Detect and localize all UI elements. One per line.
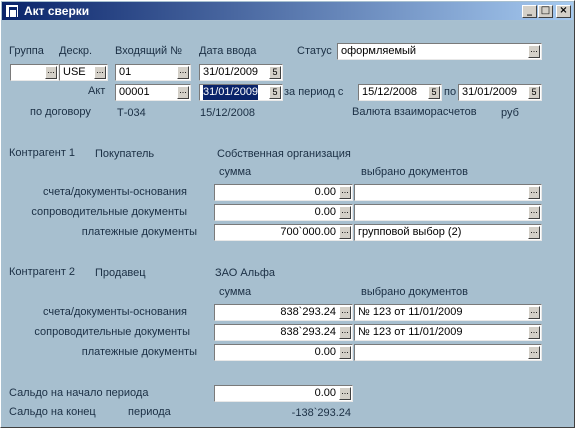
contractor2-docs-header: выбрано документов [361,286,469,298]
c2-payment-sum-field[interactable]: 0.00 ... [214,344,353,361]
contract-date: 15/12/2008 [200,107,256,119]
c1-invoices-docs-button[interactable]: ... [528,186,540,199]
act-label: Акт [88,85,106,97]
balance-end-label: Сальдо на конец [9,406,96,418]
minimize-button[interactable]: _ [522,5,537,18]
period-from-calendar-button[interactable]: 5 [428,86,440,99]
contractor1-sum-header: сумма [219,166,252,178]
c1-row2-label: сопроводительные документы [31,206,187,218]
c1-row1-label: счета/документы-основания [43,186,187,198]
contractor2-name: ЗАО Альфа [215,267,276,279]
app-icon [5,4,19,18]
balance-end-period-label: периода [128,406,171,418]
act-date-calendar-button[interactable]: 5 [269,86,281,99]
act-reconciliation-window: Акт сверки _ □ × Группа Дескр. Входящий … [0,0,575,428]
form-area: Группа Дескр. Входящий № Дата ввода Стат… [4,21,571,424]
c1-invoices-sum-button[interactable]: ... [339,186,351,199]
c2-payment-sum-button[interactable]: ... [339,346,351,359]
maximize-button[interactable]: □ [538,5,553,18]
c2-invoices-docs-button[interactable]: ... [528,306,540,319]
descr-label: Дескр. [59,45,93,57]
c2-payment-docs-button[interactable]: ... [528,346,540,359]
c1-payment-sum-field[interactable]: 700`000.00 ... [214,224,353,241]
act-date-field[interactable]: 31/01/2009 5 [199,84,283,101]
status-field[interactable]: оформляемый ... [337,43,542,60]
entry-date-field[interactable]: 31/01/2009 5 [199,64,283,81]
descr-select-button[interactable]: ... [94,66,106,79]
c1-invoices-docs-field[interactable]: ... [354,184,542,201]
c2-shipping-sum-field[interactable]: 838`293.24 ... [214,324,353,341]
contract-label: по договору [30,106,91,118]
c2-shipping-sum-button[interactable]: ... [339,326,351,339]
contract-number: Т-034 [117,107,146,119]
c1-row3-label: платежные документы [81,226,197,238]
status-label: Статус [297,45,332,57]
act-select-button[interactable]: ... [177,86,189,99]
act-number-field[interactable]: 00001 ... [115,84,191,101]
currency-label: Валюта взаиморасчетов [352,106,477,118]
window-title: Акт сверки [24,4,90,18]
group-label: Группа [9,45,44,57]
c1-payment-sum-button[interactable]: ... [339,226,351,239]
contractor1-role: Покупатель [95,148,155,160]
contractor1-docs-header: выбрано документов [361,166,469,178]
contractor2-label: Контрагент 2 [9,266,76,278]
close-button[interactable]: × [556,5,571,18]
balance-start-field[interactable]: 0.00 ... [214,385,353,402]
c1-invoices-sum-field[interactable]: 0.00 ... [214,184,353,201]
c2-payment-docs-field[interactable]: ... [354,344,542,361]
contractor1-name: Собственная организация [217,148,351,160]
c1-shipping-docs-button[interactable]: ... [528,206,540,219]
entry-date-label: Дата ввода [199,45,257,57]
c1-payment-docs-field[interactable]: групповой выбор (2) ... [354,224,542,241]
c1-shipping-docs-field[interactable]: ... [354,204,542,221]
c1-payment-docs-button[interactable]: ... [528,226,540,239]
title-bar[interactable]: Акт сверки _ □ × [2,2,573,20]
contractor2-sum-header: сумма [219,286,252,298]
group-field[interactable]: ... [10,64,59,81]
balance-end-value: -138`293.24 [291,407,351,419]
entry-date-calendar-button[interactable]: 5 [269,66,281,79]
balance-start-label: Сальдо на начало периода [9,387,149,399]
contractor1-label: Контрагент 1 [9,147,76,159]
c2-invoices-sum-button[interactable]: ... [339,306,351,319]
c2-row2-label: сопроводительные документы [34,326,190,338]
period-to-calendar-button[interactable]: 5 [528,86,540,99]
contractor2-role: Продавец [95,267,146,279]
incoming-select-button[interactable]: ... [177,66,189,79]
incoming-label: Входящий № [115,45,183,57]
period-from-field[interactable]: 15/12/2008 5 [358,84,442,101]
descr-field[interactable]: USE ... [59,64,108,81]
c1-shipping-sum-field[interactable]: 0.00 ... [214,204,353,221]
period-to-label: по [444,86,457,98]
c2-shipping-docs-button[interactable]: ... [528,326,540,339]
c2-shipping-docs-field[interactable]: № 123 от 11/01/2009 ... [354,324,542,341]
c1-shipping-sum-button[interactable]: ... [339,206,351,219]
status-select-button[interactable]: ... [528,45,540,58]
incoming-number-field[interactable]: 01 ... [115,64,191,81]
c2-invoices-sum-field[interactable]: 838`293.24 ... [214,304,353,321]
c2-row3-label: платежные документы [81,346,197,358]
period-from-label: за период с [284,86,344,98]
group-select-button[interactable]: ... [45,66,57,79]
c2-row1-label: счета/документы-основания [43,306,187,318]
c2-invoices-docs-field[interactable]: № 123 от 11/01/2009 ... [354,304,542,321]
period-to-field[interactable]: 31/01/2009 5 [458,84,542,101]
currency-value: руб [501,107,519,119]
balance-start-button[interactable]: ... [339,387,351,400]
